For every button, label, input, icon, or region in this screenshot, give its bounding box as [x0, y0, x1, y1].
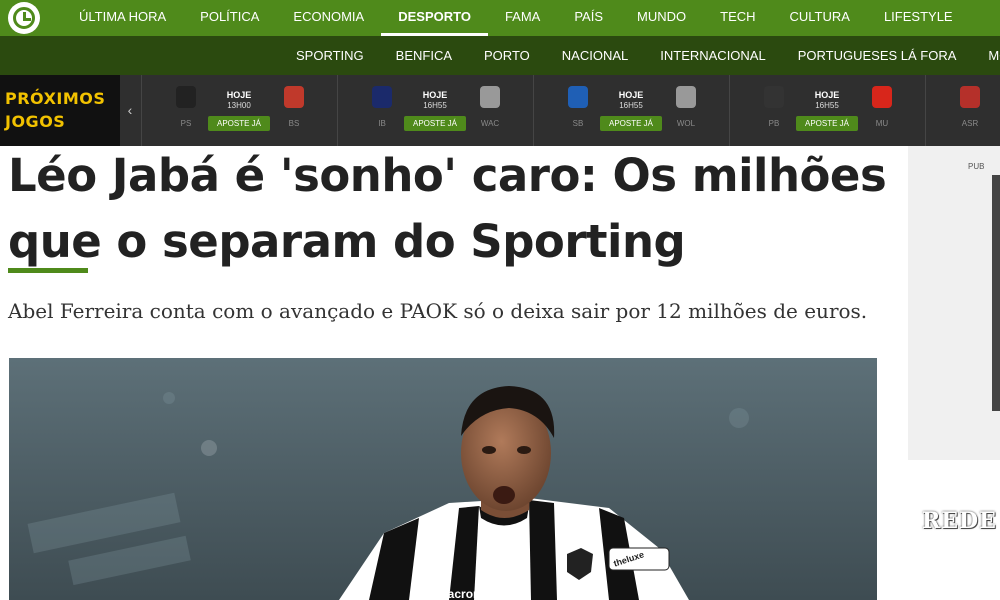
home-team-abbr: PS: [180, 119, 192, 128]
headline-line2: que o separam do Sporting: [8, 215, 686, 268]
games-title-line2: JOGOS: [5, 112, 66, 131]
match-day: HOJE: [618, 90, 644, 100]
subnav-item[interactable]: MODALI: [972, 36, 1000, 75]
away-team-crest-icon: [872, 86, 892, 108]
topnav-item[interactable]: PAÍS: [557, 0, 620, 36]
match-card[interactable]: ASRAPOSTE JÁ: [925, 75, 1000, 146]
match-time: 13H00: [227, 101, 251, 110]
topnav-item[interactable]: POLÍTICA: [183, 0, 276, 36]
topnav-item[interactable]: FAMA: [488, 0, 557, 36]
away-team-abbr: WAC: [480, 119, 500, 128]
home-team-crest-icon: [568, 86, 588, 108]
match-card[interactable]: PB HOJE 16H55 MU APOSTE JÁ: [729, 75, 925, 146]
subnav-item[interactable]: BENFICA: [380, 36, 468, 75]
topnav-item[interactable]: LIFESTYLE: [867, 0, 970, 36]
clock-logo-icon[interactable]: [8, 2, 40, 34]
shirt-sponsor: macron: [437, 587, 481, 600]
match-card[interactable]: IB HOJE 16H55 WAC APOSTE JÁ: [337, 75, 533, 146]
away-team-crest-icon: [284, 86, 304, 108]
away-team-crest-icon: [480, 86, 500, 108]
article-photo: macron theluxe: [9, 358, 877, 600]
home-team-abbr: IB: [378, 119, 386, 128]
article-lead: Abel Ferreira conta com o avançado e PAO…: [8, 299, 868, 323]
home-team-abbr: ASR: [961, 119, 979, 128]
match-card[interactable]: SB HOJE 16H55 WOL APOSTE JÁ: [533, 75, 729, 146]
subnav-item[interactable]: PORTUGUESES LÁ FORA: [782, 36, 973, 75]
topnav-item[interactable]: TECH: [703, 0, 772, 36]
bet-now-button[interactable]: APOSTE JÁ: [796, 116, 858, 131]
match-day: HOJE: [422, 90, 448, 100]
away-team-abbr: BS: [288, 119, 300, 128]
home-team-abbr: SB: [572, 119, 584, 128]
away-team-abbr: WOL: [676, 119, 696, 128]
away-team-abbr: MU: [875, 119, 889, 128]
sidebar-advert[interactable]: [908, 146, 1000, 460]
top-navigation: ÚLTIMA HORA POLÍTICA ECONOMIA DESPORTO FAMA P…: [0, 0, 1000, 36]
match-day: HOJE: [814, 90, 840, 100]
games-title-line1: PRÓXIMOS: [5, 89, 106, 108]
headline-accent-divider: [8, 268, 88, 273]
topnav-item[interactable]: ECONOMIA: [276, 0, 381, 36]
subnav-item[interactable]: SPORTING: [280, 36, 380, 75]
away-team-crest-icon: [676, 86, 696, 108]
sub-navigation: SPORTING BENFICA PORTO NACIONAL INTERNACIONA…: [0, 36, 1000, 75]
subnav-items: SPORTING BENFICA PORTO NACIONAL INTERNACIONA…: [280, 36, 1000, 75]
upcoming-games-title: PRÓXIMOS JOGOS: [0, 75, 120, 146]
bet-now-button[interactable]: APOSTE JÁ: [600, 116, 662, 131]
home-team-abbr: PB: [768, 119, 780, 128]
subnav-item[interactable]: PORTO: [468, 36, 546, 75]
ad-scrollbar[interactable]: [992, 175, 1000, 411]
topnav-item[interactable]: CULTURA: [773, 0, 867, 36]
article-headline: Léo Jabá é 'sonho' caro: Os milhões que …: [8, 143, 888, 275]
topnav-items: ÚLTIMA HORA POLÍTICA ECONOMIA DESPORTO FAMA P…: [62, 0, 970, 36]
upcoming-games-bar: PRÓXIMOS JOGOS ‹ PS HOJE 13H00 BS APOSTE JÁ I…: [0, 75, 1000, 146]
topnav-item[interactable]: MUNDO: [620, 0, 703, 36]
social-networks-title: REDE: [922, 508, 997, 534]
pub-label: PUB: [968, 162, 985, 171]
match-time: 16H55: [619, 101, 643, 110]
headline-line1: Léo Jabá é 'sonho' caro: Os milhões: [8, 149, 887, 202]
match-time: 16H55: [815, 101, 839, 110]
topnav-item[interactable]: ÚLTIMA HORA: [62, 0, 183, 36]
bet-now-button[interactable]: APOSTE JÁ: [404, 116, 466, 131]
home-team-crest-icon: [372, 86, 392, 108]
match-time: 16H55: [423, 101, 447, 110]
bet-now-button[interactable]: APOSTE JÁ: [208, 116, 270, 131]
match-day: HOJE: [226, 90, 252, 100]
match-card[interactable]: PS HOJE 13H00 BS APOSTE JÁ: [141, 75, 337, 146]
subnav-item[interactable]: INTERNACIONAL: [644, 36, 781, 75]
player-photo-image: [9, 358, 877, 600]
chevron-left-icon[interactable]: ‹: [120, 75, 140, 146]
home-team-crest-icon: [176, 86, 196, 108]
subnav-item[interactable]: NACIONAL: [546, 36, 644, 75]
topnav-item[interactable]: DESPORTO: [381, 0, 488, 36]
home-team-crest-icon: [960, 86, 980, 108]
home-team-crest-icon: [764, 86, 784, 108]
